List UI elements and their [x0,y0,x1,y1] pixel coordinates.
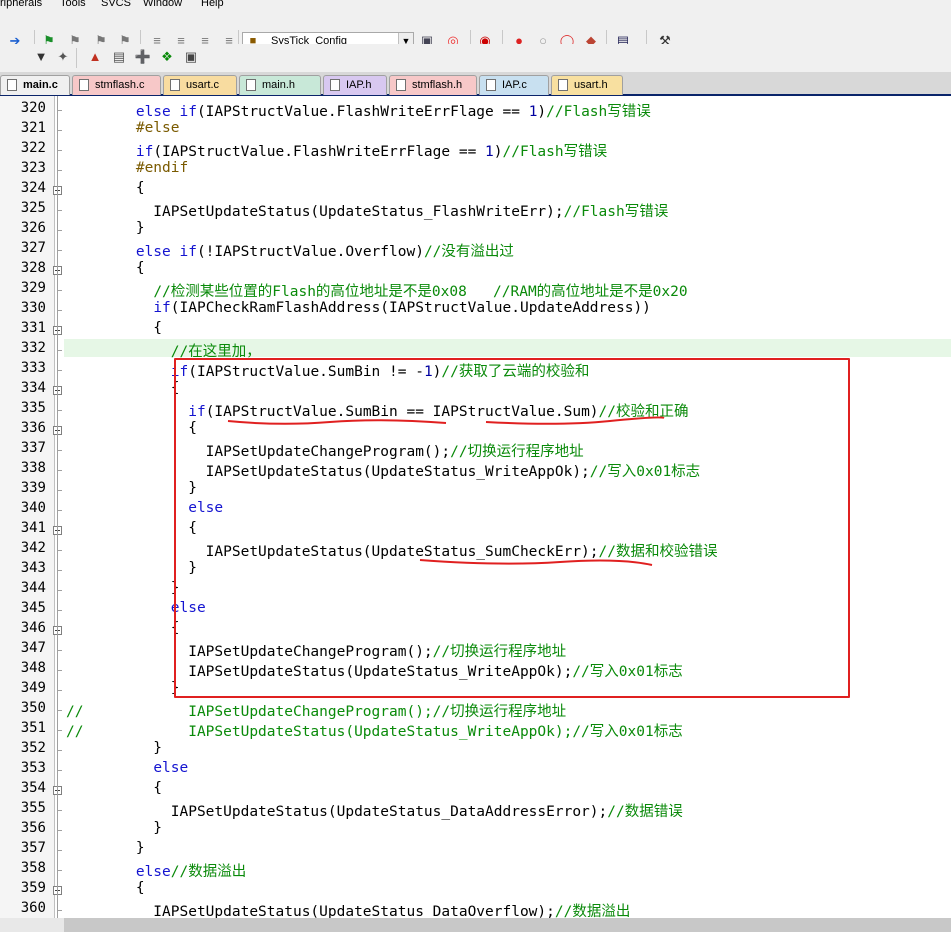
rebuild-icon[interactable]: ▤ [110,48,128,66]
menu-item-ripherals[interactable]: ripherals [0,0,42,9]
tab-usart-c[interactable]: usart.c [163,75,237,95]
file-icon [79,79,89,91]
tab-label: IAP.h [346,79,372,91]
file-icon [396,79,406,91]
tab-label: main.c [23,79,58,91]
menu-bar: ripherals Tools SVCS Window Help [0,0,951,12]
horizontal-scrollbar-thumb[interactable] [64,918,951,932]
tab-main-h[interactable]: main.h [239,75,321,95]
menu-item-tools[interactable]: Tools [60,0,86,9]
code-editor[interactable]: 320 321 322 323 324 325 326 327 328 329 330 331 332 3… [0,96,951,918]
fold-line [57,96,58,918]
build-target-icon[interactable]: ▲ [86,48,104,66]
file-icon [558,79,568,91]
toolbar-separator [76,48,77,68]
tab-iap-c[interactable]: IAP.c [479,75,549,95]
download-icon[interactable]: ➕ [134,48,152,66]
file-icon [170,79,180,91]
tab-stmflash-c[interactable]: stmflash.c [72,75,161,95]
file-icon [486,79,496,91]
underline-sum [485,416,665,425]
underline-sumcheckerr [419,559,653,566]
options-icon[interactable]: ▣ [182,48,200,66]
file-tab-bar: main.c stmflash.c usart.c main.h IAP.h stmfla… [0,72,951,96]
toolbar-main: ■ SysTick_Config ▼ ➔ ⚑ ⚑ ⚑ ⚑ ≡ ≡ ≡ ≡ ▣ ◎ ◉ ● ○ ◯ ◆ ▤ ⚒ [0,12,951,52]
menu-item-window[interactable]: Window [143,0,182,9]
tab-label: usart.c [186,79,220,91]
file-icon [246,79,256,91]
tab-stmflash-h[interactable]: stmflash.h [389,75,477,95]
magic-wand-icon[interactable]: ✦ [54,48,72,66]
tab-label: usart.h [574,79,608,91]
tab-iap-h[interactable]: IAP.h [323,75,387,95]
file-icon [330,79,340,91]
toolbar-build: ▼ ✦ ▲ ▤ ➕ ❖ ▣ [0,44,951,72]
menu-item-svcs[interactable]: SVCS [101,0,131,9]
tab-label: main.h [262,79,296,91]
tab-label: stmflash.c [95,79,145,91]
menu-item-help[interactable]: Help [201,0,224,9]
tab-label: stmflash.h [412,79,463,91]
file-icon [7,79,17,91]
tab-usart-h[interactable]: usart.h [551,75,623,95]
tab-main-c[interactable]: main.c [0,75,70,95]
underline-sumbin [227,419,447,425]
dropdown-icon[interactable]: ▼ [32,48,50,66]
annotation-underlines [227,416,665,566]
tab-label: IAP.c [502,79,527,91]
load-icon[interactable]: ❖ [158,48,176,66]
